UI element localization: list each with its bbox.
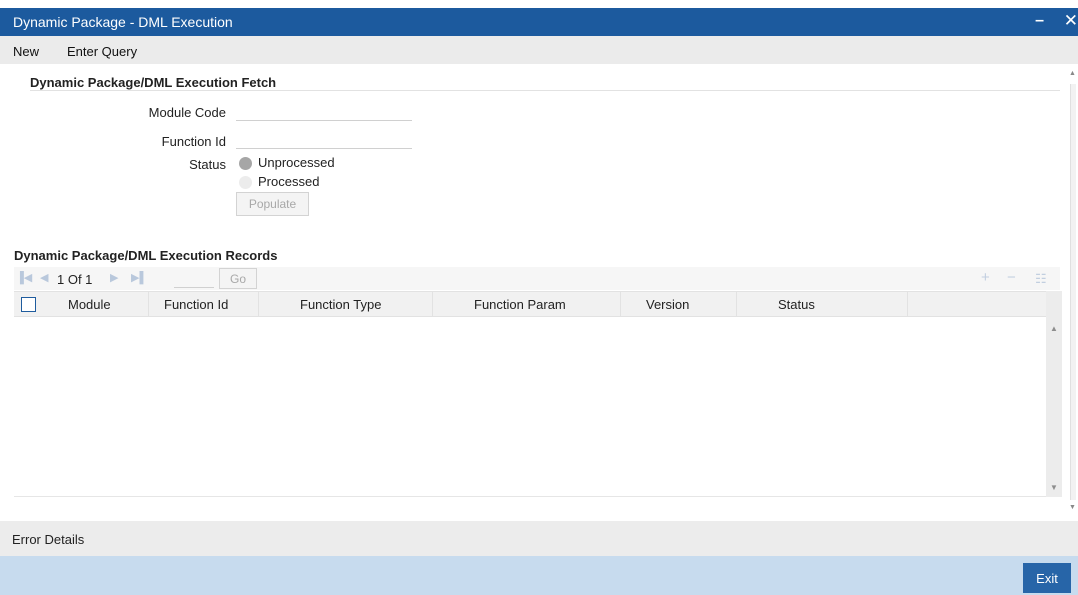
page-number-input[interactable] [174, 269, 214, 288]
records-table-body [14, 317, 1046, 497]
error-details-bar: Error Details [0, 521, 1078, 556]
scroll-up-icon[interactable]: ▲ [1050, 324, 1058, 333]
column-separator [736, 292, 737, 318]
page-scrollbar[interactable]: ▲ ▼ [1068, 64, 1078, 516]
window-title: Dynamic Package - DML Execution [13, 14, 233, 30]
delete-row-icon[interactable]: − [1007, 269, 1016, 286]
column-header-status[interactable]: Status [778, 297, 815, 312]
records-table-scrollbar[interactable]: ▲ ▼ [1046, 291, 1062, 497]
module-code-input[interactable] [236, 101, 412, 121]
close-icon[interactable]: ✕ [1064, 11, 1078, 31]
last-page-icon[interactable]: ▶▌ [131, 271, 147, 284]
column-header-function-id[interactable]: Function Id [164, 297, 228, 312]
column-separator [907, 292, 908, 318]
populate-button[interactable]: Populate [236, 192, 309, 216]
single-view-icon[interactable]: ☷ [1035, 271, 1047, 287]
menu-bar: New Enter Query [0, 36, 1078, 64]
column-separator [148, 292, 149, 318]
column-header-module[interactable]: Module [68, 297, 111, 312]
status-processed-label: Processed [258, 174, 320, 189]
column-separator [258, 292, 259, 318]
window-titlebar: Dynamic Package - DML Execution – ✕ [0, 8, 1078, 36]
status-label: Status [189, 157, 226, 172]
scroll-down-icon[interactable]: ▼ [1050, 483, 1058, 492]
menu-item-enter-query[interactable]: Enter Query [67, 44, 137, 59]
column-header-function-type[interactable]: Function Type [300, 297, 381, 312]
function-id-label: Function Id [161, 134, 226, 149]
fetch-section-title: Dynamic Package/DML Execution Fetch [30, 75, 277, 90]
column-separator [432, 292, 433, 318]
page-scroll-down-icon[interactable]: ▼ [1069, 504, 1076, 511]
status-unprocessed-radio[interactable] [239, 157, 252, 170]
records-pager: ▐◀ ◀ 1 Of 1 ▶ ▶▌ Go + − ☷ [14, 267, 1060, 290]
first-page-icon[interactable]: ▐◀ [16, 271, 32, 284]
select-all-checkbox[interactable] [21, 297, 36, 312]
minimize-icon[interactable]: – [1035, 12, 1044, 30]
add-row-icon[interactable]: + [981, 269, 990, 286]
go-button[interactable]: Go [219, 268, 257, 289]
footer-bar: Exit [0, 556, 1078, 595]
column-header-function-param[interactable]: Function Param [474, 297, 566, 312]
page-scroll-up-icon[interactable]: ▲ [1069, 70, 1076, 77]
exit-button[interactable]: Exit [1023, 563, 1071, 593]
column-header-version[interactable]: Version [646, 297, 689, 312]
column-separator [620, 292, 621, 318]
next-page-icon[interactable]: ▶ [110, 271, 118, 284]
status-processed-radio[interactable] [239, 176, 252, 189]
records-section-title: Dynamic Package/DML Execution Records [14, 248, 278, 263]
records-table-header: Module Function Id Function Type Functio… [14, 291, 1046, 318]
pager-text: 1 Of 1 [57, 272, 93, 287]
error-details-link[interactable]: Error Details [12, 532, 84, 547]
menu-item-new[interactable]: New [13, 44, 39, 59]
module-code-label: Module Code [148, 105, 226, 120]
function-id-input[interactable] [236, 129, 412, 149]
main-content: Dynamic Package/DML Execution Fetch Modu… [0, 64, 1078, 516]
status-unprocessed-label: Unprocessed [258, 155, 335, 170]
page-scrollbar-track[interactable] [1070, 84, 1076, 500]
fetch-section-divider [30, 90, 1060, 91]
prev-page-icon[interactable]: ◀ [40, 271, 48, 284]
